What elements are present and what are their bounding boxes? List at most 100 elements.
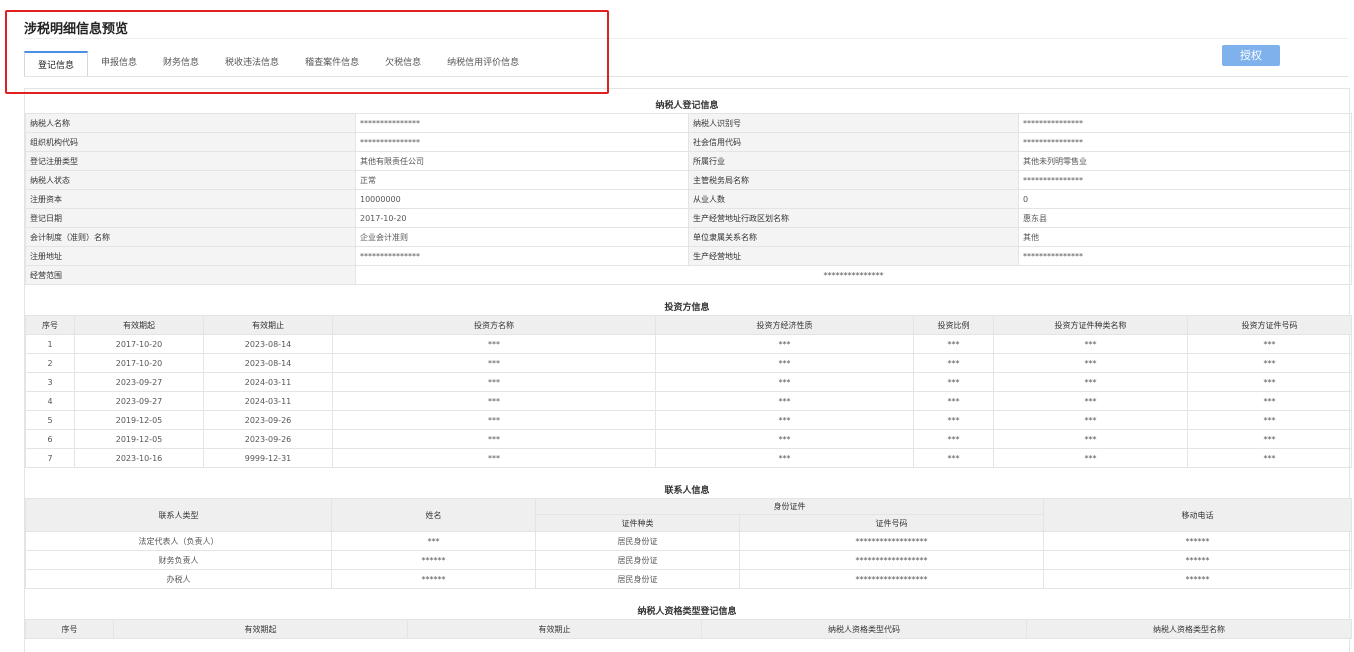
- contact-cell: ******************: [739, 569, 1044, 589]
- investor-cell: 2017-10-20: [74, 353, 204, 373]
- field-label: 所属行业: [688, 151, 1019, 171]
- field-value: 其他有限责任公司: [355, 151, 689, 171]
- field-label: 纳税人名称: [25, 113, 356, 133]
- registration-row: 组织机构代码 *************** 社会信用代码 *************…: [25, 132, 1352, 152]
- investor-cell: ***: [993, 391, 1188, 411]
- contact-type-header: 联系人类型: [25, 498, 332, 532]
- table-row: 法定代表人（负责人） *** 居民身份证 ****************** ****…: [25, 531, 1352, 551]
- authorize-button[interactable]: 授权: [1222, 45, 1280, 66]
- field-value: ***************: [1018, 170, 1352, 190]
- tab-underline: [24, 76, 1348, 77]
- id-document-header: 身份证件: [535, 498, 1044, 515]
- tab-declaration[interactable]: 申报信息: [88, 50, 150, 76]
- investor-cell: 9999-12-31: [203, 448, 333, 468]
- contact-cell: 居民身份证: [535, 531, 740, 551]
- investor-cell: ***: [993, 353, 1188, 373]
- table-row: 3 2023-09-27 2024-03-11 *** *** *** *** ***: [25, 372, 1352, 392]
- investor-cell: ***: [332, 410, 656, 430]
- field-label: 从业人数: [688, 189, 1019, 209]
- contact-cell: 办税人: [25, 569, 332, 589]
- tab-audit-case[interactable]: 稽查案件信息: [292, 50, 372, 76]
- investor-cell: ***: [1187, 372, 1352, 392]
- field-value: 企业会计准则: [355, 227, 689, 247]
- investor-column-header: 投资方证件种类名称: [993, 315, 1188, 335]
- registration-title: 纳税人登记信息: [655, 101, 719, 111]
- registration-row: 登记日期 2017-10-20 生产经营地址行政区划名称 惠东县: [25, 208, 1352, 228]
- registration-table: 纳税人名称 *************** 纳税人识别号 **************…: [25, 113, 1352, 285]
- investor-cell: ***: [913, 372, 994, 392]
- tab-finance[interactable]: 财务信息: [150, 50, 212, 76]
- investor-cell: 2023-08-14: [203, 334, 333, 354]
- field-value: ***************: [1018, 113, 1352, 133]
- table-row: 5 2019-12-05 2023-09-26 *** *** *** *** ***: [25, 410, 1352, 430]
- registration-row: 会计制度（准则）名称 企业会计准则 单位隶属关系名称 其他: [25, 227, 1352, 247]
- contact-name-header: 姓名: [331, 498, 536, 532]
- investor-cell: 1: [25, 334, 75, 354]
- qualification-table: 序号 有效期起 有效期止 纳税人资格类型代码 纳税人资格类型名称: [25, 619, 1352, 639]
- table-row: 6 2019-12-05 2023-09-26 *** *** *** *** ***: [25, 429, 1352, 449]
- contact-cell: ******: [1043, 531, 1352, 551]
- investors-title: 投资方信息: [664, 303, 710, 313]
- tab-bar: 登记信息 申报信息 财务信息 税收违法信息 稽查案件信息 欠税信息 纳税信用评价…: [24, 50, 532, 77]
- investor-column-header: 投资方名称: [332, 315, 656, 335]
- id-number-header: 证件号码: [739, 514, 1044, 532]
- tab-tax-violation[interactable]: 税收违法信息: [212, 50, 292, 76]
- field-label: 登记注册类型: [25, 151, 356, 171]
- investor-cell: 2019-12-05: [74, 410, 204, 430]
- investor-cell: ***: [913, 334, 994, 354]
- investor-cell: ***: [993, 334, 1188, 354]
- table-row: 1 2017-10-20 2023-08-14 *** *** *** *** ***: [25, 334, 1352, 354]
- investor-cell: ***: [1187, 429, 1352, 449]
- table-row: 4 2023-09-27 2024-03-11 *** *** *** *** ***: [25, 391, 1352, 411]
- contacts-table: 联系人类型 姓名 身份证件 移动电话 证件种类 证件号码 法定代表人（负责人） *…: [25, 498, 1352, 589]
- investor-cell: ***: [993, 372, 1188, 392]
- field-value: 正常: [355, 170, 689, 190]
- investor-cell: ***: [332, 448, 656, 468]
- investor-cell: ***: [655, 429, 914, 449]
- field-value: 其他未列明零售业: [1018, 151, 1352, 171]
- field-value: 惠东县: [1018, 208, 1352, 228]
- field-label: 纳税人识别号: [688, 113, 1019, 133]
- tab-tax-arrears[interactable]: 欠税信息: [372, 50, 434, 76]
- qualification-column-header: 序号: [25, 619, 114, 639]
- registration-row: 注册地址 *************** 生产经营地址 ***************: [25, 246, 1352, 266]
- qualification-title: 纳税人资格类型登记信息: [637, 607, 737, 617]
- investor-cell: 2024-03-11: [203, 391, 333, 411]
- contact-cell: 居民身份证: [535, 569, 740, 589]
- field-value: 2017-10-20: [355, 208, 689, 228]
- tab-registration[interactable]: 登记信息: [24, 51, 89, 77]
- investor-cell: 3: [25, 372, 75, 392]
- investor-cell: 2023-09-26: [203, 429, 333, 449]
- investor-cell: 6: [25, 429, 75, 449]
- investor-cell: ***: [655, 410, 914, 430]
- field-label: 纳税人状态: [25, 170, 356, 190]
- tab-credit-rating[interactable]: 纳税信用评价信息: [434, 50, 532, 76]
- investor-cell: ***: [332, 353, 656, 373]
- contact-cell: ******************: [739, 531, 1044, 551]
- investor-cell: ***: [332, 391, 656, 411]
- investor-cell: 5: [25, 410, 75, 430]
- investor-cell: 2023-10-16: [74, 448, 204, 468]
- contact-cell: ***: [331, 531, 536, 551]
- investor-column-header: 投资方证件号码: [1187, 315, 1352, 335]
- investor-cell: ***: [993, 410, 1188, 430]
- field-label: 主管税务局名称: [688, 170, 1019, 190]
- contact-cell: ******: [1043, 569, 1352, 589]
- qualification-column-header: 有效期起: [113, 619, 408, 639]
- investor-cell: ***: [332, 334, 656, 354]
- investor-cell: ***: [913, 353, 994, 373]
- investor-column-header: 序号: [25, 315, 75, 335]
- investor-column-header: 投资方经济性质: [655, 315, 914, 335]
- investor-cell: ***: [1187, 353, 1352, 373]
- investors-table: 序号 有效期起 有效期止 投资方名称 投资方经济性质 投资比例 投资方证件种类名称 投资方证件…: [25, 315, 1352, 468]
- field-value: ***************: [1018, 246, 1352, 266]
- investor-cell: ***: [913, 429, 994, 449]
- investor-cell: ***: [655, 448, 914, 468]
- investor-cell: 2023-09-27: [74, 372, 204, 392]
- investor-cell: ***: [993, 429, 1188, 449]
- investor-column-header: 投资比例: [913, 315, 994, 335]
- investor-cell: ***: [332, 372, 656, 392]
- table-row: 办税人 ****** 居民身份证 ****************** ******: [25, 569, 1352, 589]
- field-label: 会计制度（准则）名称: [25, 227, 356, 247]
- registration-row: 纳税人名称 *************** 纳税人识别号 **************…: [25, 113, 1352, 133]
